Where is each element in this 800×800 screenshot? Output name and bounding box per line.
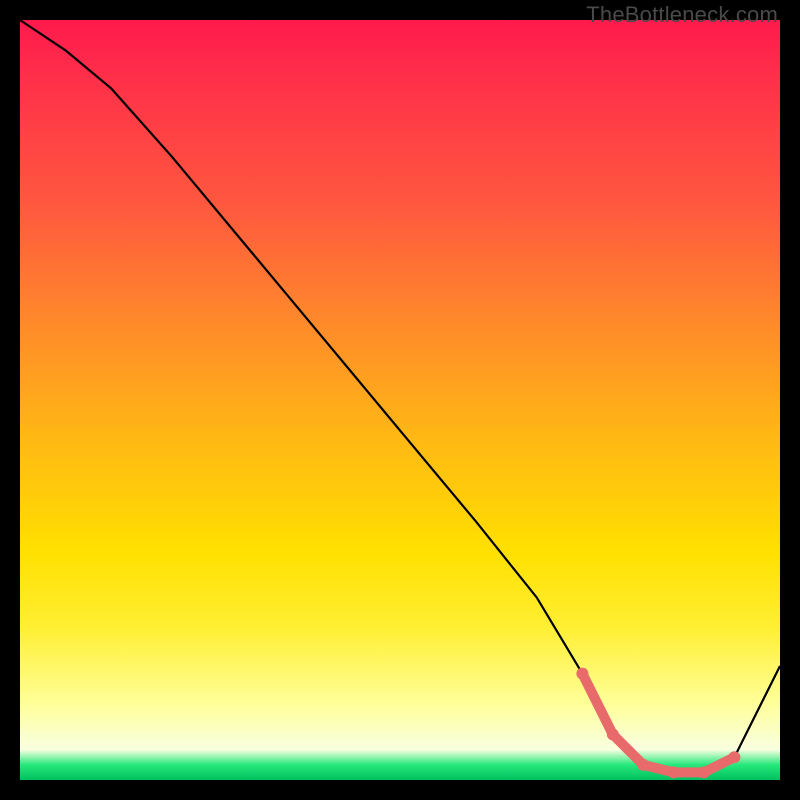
bottleneck-curve xyxy=(20,20,780,772)
highlight-dot xyxy=(637,759,649,771)
chart-svg xyxy=(20,20,780,780)
highlight-dot xyxy=(607,728,619,740)
highlight-band xyxy=(582,674,734,773)
highlight-dot xyxy=(698,766,710,778)
highlight-dot xyxy=(728,751,740,763)
highlight-dot xyxy=(576,668,588,680)
highlight-dot xyxy=(668,766,680,778)
